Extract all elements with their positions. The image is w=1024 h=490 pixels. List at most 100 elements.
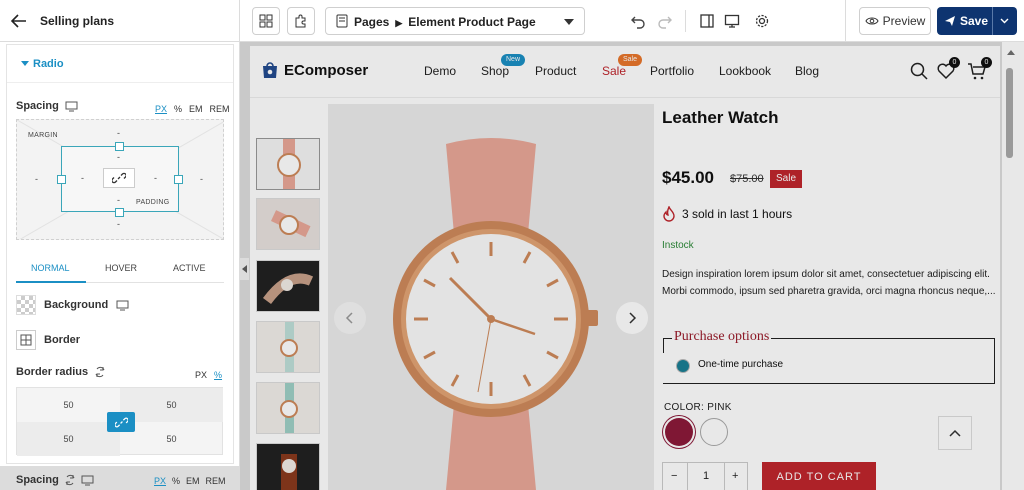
- layout-grid-button[interactable]: [252, 7, 280, 35]
- scrollbar-thumb[interactable]: [1006, 68, 1013, 158]
- preview-button[interactable]: Preview: [859, 7, 931, 35]
- qty-value[interactable]: 1: [703, 470, 709, 482]
- product-thumbnail[interactable]: [256, 443, 320, 490]
- color-swatch-pink[interactable]: [665, 418, 693, 446]
- tab-hover[interactable]: HOVER: [105, 263, 137, 273]
- unit-percent[interactable]: %: [174, 104, 182, 114]
- compare-price: $75.00: [730, 173, 764, 185]
- tab-active[interactable]: ACTIVE: [173, 263, 206, 273]
- redo-icon[interactable]: [656, 12, 674, 30]
- spacing-box-model: MARGIN - - - - - - - - PADDING: [16, 119, 224, 240]
- radius-top-left[interactable]: 50: [17, 388, 120, 422]
- nav-shop[interactable]: Shop: [481, 64, 509, 78]
- radius-unit-percent[interactable]: %: [214, 370, 222, 380]
- panel-toggle-icon[interactable]: [698, 12, 716, 30]
- radius-bottom-left[interactable]: 50: [17, 422, 120, 456]
- margin-left-handle[interactable]: [57, 175, 66, 184]
- spacing-unit-switcher: PX % EM REM: [155, 104, 230, 114]
- extensions-button[interactable]: [287, 7, 315, 35]
- unit-rem[interactable]: REM: [210, 104, 230, 114]
- nav-lookbook[interactable]: Lookbook: [719, 64, 771, 78]
- product-thumbnail[interactable]: [256, 138, 320, 190]
- puzzle-icon: [295, 14, 306, 28]
- back-arrow-icon[interactable]: [8, 10, 30, 32]
- one-time-purchase-radio[interactable]: [676, 359, 690, 373]
- chevron-up-icon: [949, 429, 961, 437]
- unit-percent[interactable]: %: [172, 476, 180, 486]
- unit-em[interactable]: EM: [189, 104, 203, 114]
- gear-icon[interactable]: [753, 12, 771, 30]
- border-radius-inputs: 50 50 50 50: [16, 387, 223, 456]
- color-swatch-white[interactable]: [700, 418, 728, 446]
- margin-bottom-handle[interactable]: [115, 208, 124, 217]
- search-icon[interactable]: [909, 61, 929, 81]
- cart-count: 0: [981, 57, 992, 68]
- desktop-icon: [65, 101, 78, 111]
- margin-right-value[interactable]: -: [200, 174, 203, 184]
- link-icon: [112, 172, 126, 184]
- send-icon: [945, 16, 955, 26]
- chevron-down-icon[interactable]: [1000, 18, 1009, 24]
- next-section-row: Spacing PX % EM REM: [0, 466, 239, 490]
- background-setting[interactable]: Background: [16, 295, 129, 315]
- unit-px[interactable]: PX: [155, 104, 167, 114]
- page-selector[interactable]: Pages ▶ Element Product Page: [325, 7, 585, 35]
- add-to-cart-button[interactable]: ADD TO CART: [762, 462, 876, 490]
- padding-left-value[interactable]: -: [81, 173, 84, 183]
- nav-product[interactable]: Product: [535, 64, 576, 78]
- qty-decrease-button[interactable]: −: [671, 470, 677, 482]
- divider: [685, 10, 686, 32]
- margin-bottom-value[interactable]: -: [117, 219, 120, 229]
- sync-icon: [65, 474, 75, 486]
- padding-top-value[interactable]: -: [117, 152, 120, 162]
- border-setting[interactable]: Border: [16, 330, 80, 350]
- nav-badge-new: New: [501, 54, 526, 66]
- padding-bottom-value[interactable]: -: [117, 195, 120, 205]
- caret-down-icon: [21, 61, 29, 66]
- radio-settings-card: Radio Spacing PX % EM REM MARGIN - - - -…: [6, 44, 234, 464]
- unit-px[interactable]: PX: [154, 476, 166, 486]
- nav-portfolio[interactable]: Portfolio: [650, 64, 694, 78]
- sync-icon[interactable]: [94, 366, 106, 378]
- next-image-button[interactable]: [616, 302, 648, 334]
- prev-image-button[interactable]: [334, 302, 366, 334]
- site-preview: EComposer Demo Shop New Product Sale Sal…: [250, 46, 1000, 490]
- margin-right-handle[interactable]: [174, 175, 183, 184]
- nav-badge-sale: Sale: [618, 54, 643, 66]
- tab-normal[interactable]: NORMAL: [31, 263, 70, 273]
- link-radius-button[interactable]: [107, 412, 135, 432]
- nav-sale[interactable]: Sale: [602, 64, 626, 78]
- save-button[interactable]: Save: [937, 7, 1017, 35]
- margin-top-value[interactable]: -: [117, 128, 120, 138]
- qty-increase-button[interactable]: +: [732, 470, 738, 482]
- radio-section-header[interactable]: Radio: [7, 45, 233, 83]
- product-thumbnail[interactable]: [256, 382, 320, 434]
- radius-top-right[interactable]: 50: [120, 388, 223, 422]
- nav-demo[interactable]: Demo: [424, 64, 456, 78]
- radio-section-title: Radio: [33, 58, 64, 70]
- product-thumbnail[interactable]: [256, 321, 320, 373]
- product-thumbnail[interactable]: [256, 198, 320, 250]
- nav-blog[interactable]: Blog: [795, 64, 819, 78]
- unit-rem[interactable]: REM: [206, 476, 226, 486]
- site-logo[interactable]: EComposer: [260, 60, 368, 80]
- back-to-top-button[interactable]: [938, 416, 972, 450]
- border-radius-label: Border radius: [16, 366, 106, 378]
- scroll-up-icon[interactable]: [1007, 50, 1015, 55]
- link-values-button[interactable]: [103, 168, 135, 188]
- product-thumbnail[interactable]: [256, 260, 320, 312]
- one-time-purchase-label[interactable]: One-time purchase: [698, 359, 783, 370]
- undo-icon[interactable]: [629, 12, 647, 30]
- radius-unit-px[interactable]: PX: [195, 370, 207, 380]
- settings-panel: Radio Spacing PX % EM REM MARGIN - - - -…: [0, 42, 240, 490]
- radius-bottom-right[interactable]: 50: [120, 422, 223, 456]
- product-main-image: [328, 104, 654, 490]
- padding-right-value[interactable]: -: [154, 173, 157, 183]
- margin-top-handle[interactable]: [115, 142, 124, 151]
- margin-left-value[interactable]: -: [35, 174, 38, 184]
- desktop-icon[interactable]: [723, 12, 741, 30]
- unit-em[interactable]: EM: [186, 476, 200, 486]
- canvas-scrollbar[interactable]: [1002, 42, 1024, 490]
- collapse-panel-button[interactable]: [240, 258, 249, 280]
- grid-icon: [259, 14, 273, 28]
